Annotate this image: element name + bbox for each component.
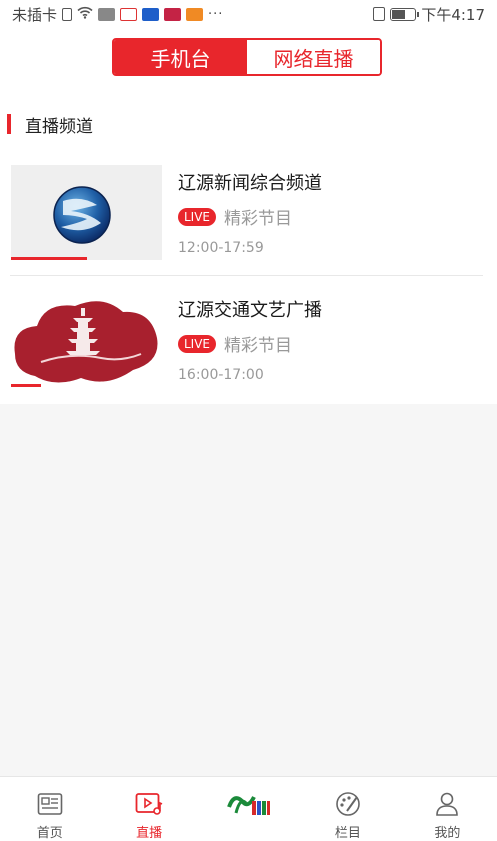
orange-app-notification-icon xyxy=(186,7,204,21)
weibo-notification-icon xyxy=(120,7,138,21)
carrier-text: 未插卡 xyxy=(12,5,58,24)
nav-item-mine[interactable]: 我的 xyxy=(398,777,497,841)
nav-label: 直播 xyxy=(136,826,163,841)
nav-item-home[interactable]: 首页 xyxy=(0,777,99,841)
live-info: LIVE 精彩节目 xyxy=(178,331,292,356)
status-right: 下午4:17 xyxy=(373,4,485,25)
wallet-notification-icon xyxy=(142,7,160,21)
section-header: 直播频道 xyxy=(0,114,93,137)
tab-phone-station[interactable]: 手机台 xyxy=(114,40,247,74)
k-app-notification-icon xyxy=(164,7,182,21)
channel-thumbnail xyxy=(11,165,162,260)
channel-name: 辽源交通文艺广播 xyxy=(178,300,322,321)
channel-row[interactable]: 辽源新闻综合频道 LIVE 精彩节目 12:00-17:59 xyxy=(0,148,497,274)
program-time: 12:00-17:59 xyxy=(178,240,264,256)
channel-name: 辽源新闻综合频道 xyxy=(178,173,322,194)
section-accent-bar xyxy=(7,114,11,134)
battery-icon xyxy=(390,7,420,21)
app-notification-icon xyxy=(98,7,116,21)
bottom-nav: 首页 直播 栏目 我的 xyxy=(0,776,497,841)
live-play-icon xyxy=(134,789,164,818)
clock: 下午4:17 xyxy=(421,5,485,24)
segment-control: 手机台 网络直播 xyxy=(112,38,382,76)
nav-label: 我的 xyxy=(434,826,461,841)
channel-row[interactable]: 辽源交通文艺广播 LIVE 精彩节目 16:00-17:00 xyxy=(0,275,497,401)
tab-network-live[interactable]: 网络直播 xyxy=(247,40,380,74)
palette-icon xyxy=(333,789,363,818)
header: 手机台 网络直播 xyxy=(0,28,497,86)
live-badge: LIVE xyxy=(178,207,217,226)
status-bar: 未插卡 ··· 下午4:17 xyxy=(0,0,497,28)
more-notifications-icon: ··· xyxy=(208,6,224,22)
channel-thumbnail xyxy=(11,292,162,387)
nav-item-live[interactable]: 直播 xyxy=(99,777,198,841)
news-icon xyxy=(35,789,65,818)
playback-progress xyxy=(11,384,42,387)
program-time: 16:00-17:00 xyxy=(178,367,264,383)
nav-label: 首页 xyxy=(36,826,63,841)
nav-item-station[interactable] xyxy=(199,777,298,841)
nav-label: 栏目 xyxy=(334,826,361,841)
globe-logo-icon xyxy=(53,186,111,244)
battery-level xyxy=(392,9,405,19)
program-name: 精彩节目 xyxy=(224,209,293,229)
live-info: LIVE 精彩节目 xyxy=(178,204,292,229)
pagoda-cloud-logo-icon xyxy=(14,301,158,383)
playback-progress xyxy=(11,257,87,260)
channel-list-panel: 直播频道 辽源新闻综合频道 LIVE 精彩节目 12:00-17:59 辽源交通… xyxy=(0,86,497,404)
sim-icon xyxy=(62,7,73,21)
user-icon xyxy=(432,789,462,818)
program-name: 精彩节目 xyxy=(224,336,293,356)
section-title: 直播频道 xyxy=(25,116,93,137)
vibrate-icon xyxy=(373,7,386,21)
wifi-icon xyxy=(77,6,93,23)
live-badge: LIVE xyxy=(178,334,217,353)
station-logo xyxy=(225,789,273,819)
nav-item-columns[interactable]: 栏目 xyxy=(298,777,397,841)
status-left: 未插卡 ··· xyxy=(12,4,223,25)
